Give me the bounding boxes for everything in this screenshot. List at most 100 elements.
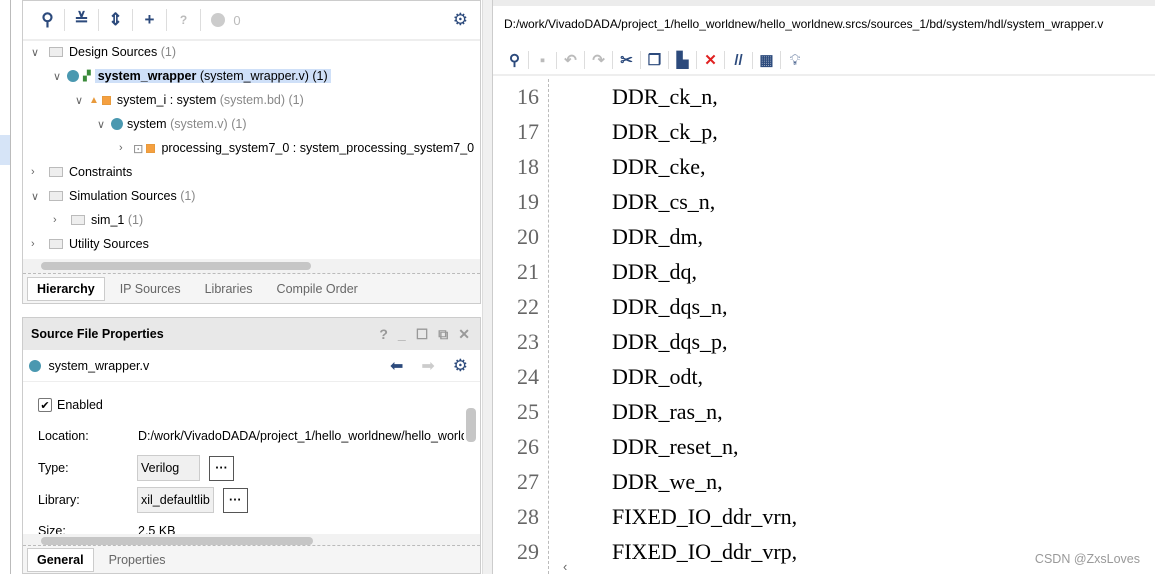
vertical-scrollbar[interactable]: [466, 400, 476, 530]
code-text: DDR_we_n,: [612, 468, 723, 494]
file-path: D:/work/VivadoDADA/project_1/hello_world…: [504, 17, 1104, 31]
forward-arrow-icon[interactable]: ➡: [421, 356, 434, 376]
help-icon[interactable]: ?: [379, 326, 388, 343]
folder-icon: [49, 239, 63, 249]
chevron-right-icon[interactable]: ›: [31, 166, 45, 178]
code-text: FIXED_IO_ddr_vrp,: [612, 538, 798, 564]
code-line[interactable]: 28 FIXED_IO_ddr_vrn,: [493, 499, 1155, 534]
file: (system.bd): [219, 93, 286, 107]
code-line[interactable]: 26 DDR_reset_n,: [493, 429, 1155, 464]
toggle-column-icon[interactable]: ▦: [753, 51, 781, 69]
chevron-down-icon[interactable]: ∨: [97, 118, 111, 131]
tree-item-simulation-sources[interactable]: ∨ Simulation Sources (1): [31, 185, 195, 207]
enabled-checkbox[interactable]: ✔ Enabled: [38, 398, 103, 412]
delete-icon[interactable]: ✕: [697, 51, 725, 69]
scroll-thumb[interactable]: [41, 262, 311, 270]
tab-libraries[interactable]: Libraries: [196, 278, 262, 300]
save-icon[interactable]: ▪: [529, 51, 557, 69]
code-line[interactable]: 16 DDR_ck_n,: [493, 79, 1155, 114]
line-number: 24: [517, 363, 539, 389]
collapse-all-icon[interactable]: ≚: [65, 9, 99, 31]
splitter[interactable]: [482, 0, 493, 574]
chevron-right-icon[interactable]: ›: [119, 142, 133, 154]
type-more-button[interactable]: ···: [209, 455, 234, 481]
scroll-thumb[interactable]: [41, 537, 313, 545]
gear-icon[interactable]: ⚙: [453, 356, 468, 376]
tree-item-system-i[interactable]: ∨ ▲ system_i : system (system.bd) (1): [75, 89, 304, 111]
tree-item-utility-sources[interactable]: › Utility Sources: [31, 233, 149, 255]
tree-item-processing-system[interactable]: › ⊡ processing_system7_0 : system_processi…: [119, 137, 474, 159]
chevron-right-icon[interactable]: ›: [31, 238, 45, 250]
undo-icon[interactable]: ↶: [557, 51, 585, 69]
chevron-down-icon[interactable]: ∨: [31, 190, 45, 203]
code-text: DDR_dqs_p,: [612, 328, 728, 354]
code-line[interactable]: 20 DDR_dm,: [493, 219, 1155, 254]
back-arrow-icon[interactable]: ⬅: [390, 356, 403, 376]
maximize-icon[interactable]: ☐: [416, 326, 429, 343]
paste-icon[interactable]: ▙: [669, 51, 697, 69]
code-text: DDR_cke,: [612, 153, 706, 179]
expand-all-icon[interactable]: ⇕: [99, 9, 133, 31]
code-line[interactable]: 19 DDR_cs_n,: [493, 184, 1155, 219]
checkbox-checked-icon[interactable]: ✔: [38, 398, 52, 412]
add-sources-icon[interactable]: +: [133, 9, 167, 31]
code-line[interactable]: 22 DDR_dqs_n,: [493, 289, 1155, 324]
tab-properties[interactable]: Properties: [100, 549, 175, 571]
tree-item-system-wrapper[interactable]: ∨ ▞ system_wrapper (system_wrapper.v) (1): [53, 65, 331, 87]
line-number: 28: [517, 503, 539, 529]
type-value: Verilog: [137, 455, 200, 481]
code-line[interactable]: 23 DDR_dqs_p,: [493, 324, 1155, 359]
scroll-thumb[interactable]: [466, 408, 476, 442]
hierarchy-top-icon: ▞: [83, 70, 91, 82]
code-line[interactable]: 24 DDR_odt,: [493, 359, 1155, 394]
count: (1): [160, 45, 177, 59]
lightbulb-icon[interactable]: 💡︎: [781, 52, 809, 69]
tab-hierarchy[interactable]: Hierarchy: [27, 276, 105, 301]
label: system_wrapper: [97, 69, 197, 83]
tree-item-sim-1[interactable]: › sim_1 (1): [53, 209, 143, 231]
cut-icon[interactable]: ✂: [613, 51, 641, 69]
line-number: 22: [517, 293, 539, 319]
horizontal-scrollbar[interactable]: [23, 259, 480, 273]
folder-icon: [71, 215, 85, 225]
help-icon[interactable]: ?: [167, 9, 201, 31]
tree-item-design-sources[interactable]: ∨ Design Sources (1): [31, 41, 176, 63]
close-icon[interactable]: ✕: [458, 326, 470, 343]
library-label: Library:: [38, 493, 80, 507]
panel-title: Source File Properties: [31, 327, 164, 341]
search-icon[interactable]: ⚲: [31, 9, 65, 31]
code-line[interactable]: 27 DDR_we_n,: [493, 464, 1155, 499]
code-text: DDR_cs_n,: [612, 188, 716, 214]
line-number: 16: [517, 83, 539, 109]
code-line[interactable]: 17 DDR_ck_p,: [493, 114, 1155, 149]
tab-general[interactable]: General: [27, 547, 94, 572]
chevron-down-icon[interactable]: ∨: [31, 46, 45, 59]
enabled-label: Enabled: [57, 398, 103, 412]
redo-icon[interactable]: ↷: [585, 51, 613, 69]
label: Utility Sources: [69, 237, 149, 251]
search-icon[interactable]: ⚲: [501, 51, 529, 69]
chevron-right-icon[interactable]: ›: [53, 214, 67, 226]
float-icon[interactable]: ⧉: [438, 326, 448, 343]
code-line[interactable]: 21 DDR_dq,: [493, 254, 1155, 289]
line-number: 18: [517, 153, 539, 179]
tree-item-constraints[interactable]: › Constraints: [31, 161, 132, 183]
scroll-left-icon[interactable]: ‹: [563, 559, 567, 574]
minimize-icon[interactable]: _: [398, 326, 406, 343]
code-line[interactable]: 18 DDR_cke,: [493, 149, 1155, 184]
code-lines[interactable]: 16 DDR_ck_n, 17 DDR_ck_p, 18 DDR_cke, 19 DDR_cs…: [493, 79, 1155, 569]
warning-count[interactable]: 0: [201, 9, 251, 31]
gear-icon[interactable]: ⚙: [453, 10, 468, 30]
code-line[interactable]: 25 DDR_ras_n,: [493, 394, 1155, 429]
chevron-down-icon[interactable]: ∨: [53, 70, 67, 83]
comment-icon[interactable]: //: [725, 51, 753, 69]
line-number: 21: [517, 258, 539, 284]
copy-icon[interactable]: ❐: [641, 51, 669, 69]
library-more-button[interactable]: ···: [222, 487, 248, 513]
tree-item-system[interactable]: ∨ system (system.v) (1): [97, 113, 246, 135]
label: Simulation Sources: [69, 189, 177, 203]
source-tree: ∨ Design Sources (1) ∨ ▞ system_wrapper (sy…: [23, 41, 480, 261]
chevron-down-icon[interactable]: ∨: [75, 94, 89, 107]
tab-compile-order[interactable]: Compile Order: [268, 278, 367, 300]
tab-ip-sources[interactable]: IP Sources: [111, 278, 190, 300]
